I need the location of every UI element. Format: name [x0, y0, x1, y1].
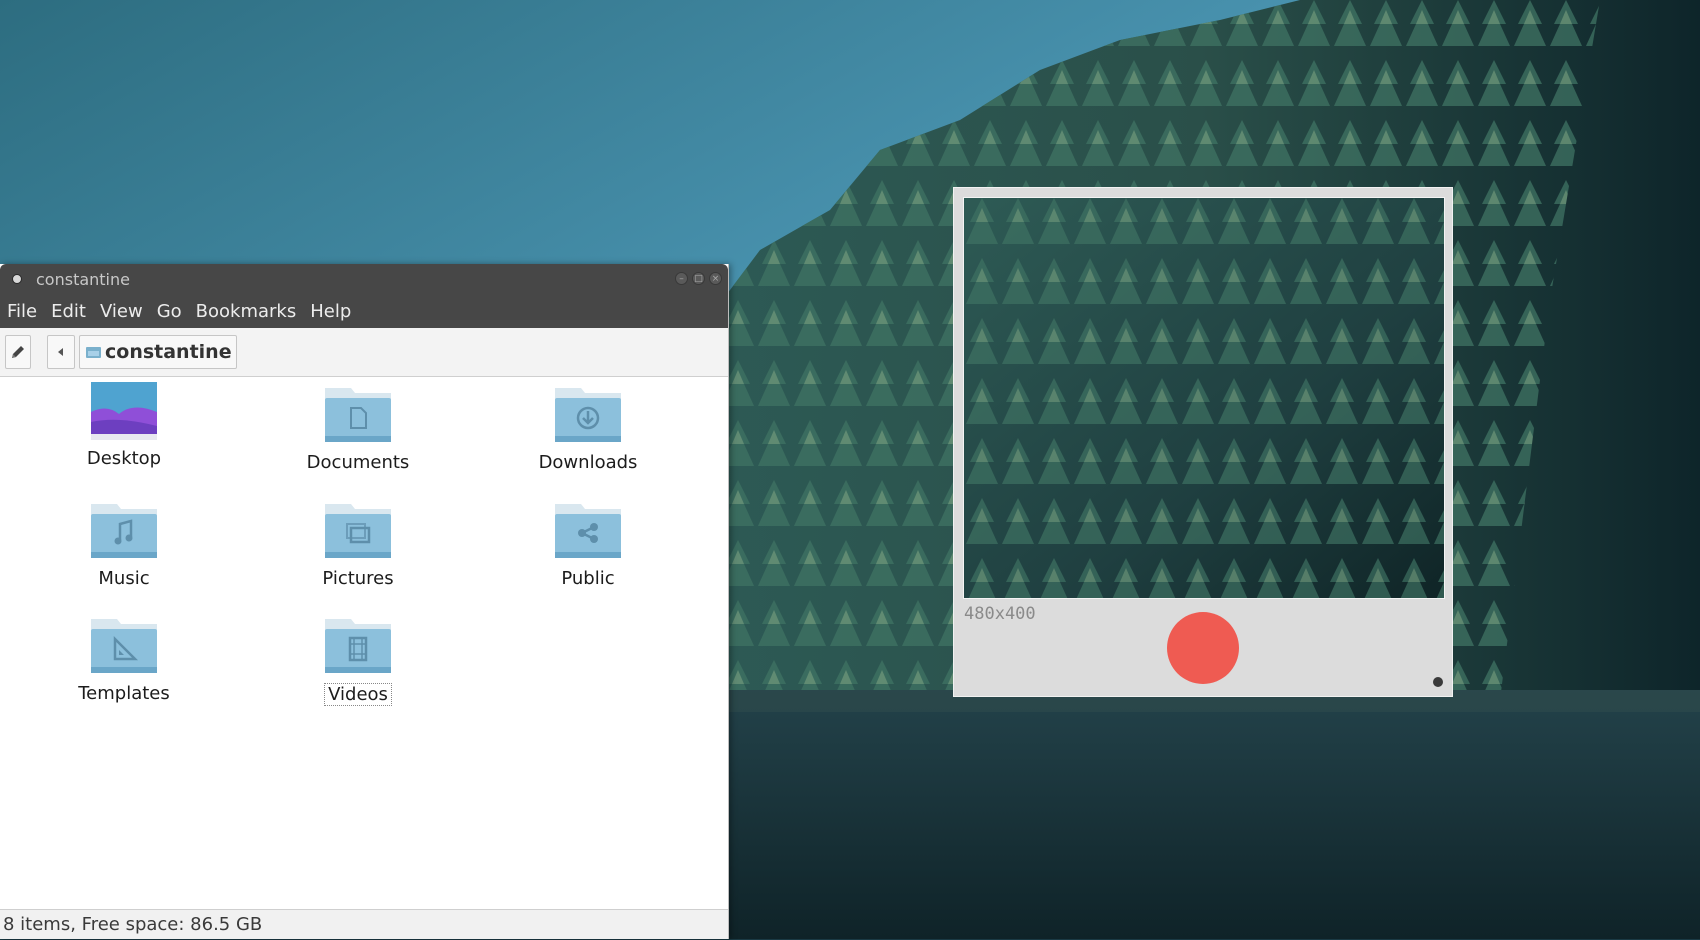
folder-item-public[interactable]: Public	[508, 502, 668, 589]
folder-item-downloads[interactable]: Downloads	[508, 386, 668, 473]
item-label: Templates	[78, 683, 170, 704]
menu-bar: File Edit View Go Bookmarks Help	[0, 294, 728, 328]
picture-icon	[325, 504, 391, 558]
desktop-image-icon	[91, 382, 157, 440]
capture-region[interactable]	[963, 197, 1445, 599]
folder-item-documents[interactable]: Documents	[278, 386, 438, 473]
file-manager-window: constantine – □ × File Edit View Go Book…	[0, 264, 729, 939]
back-button[interactable]	[47, 335, 75, 369]
window-titlebar[interactable]: constantine – □ ×	[0, 264, 728, 294]
menu-go[interactable]: Go	[150, 301, 189, 322]
item-label: Documents	[306, 452, 410, 473]
close-button[interactable]: ×	[709, 272, 722, 285]
menu-bookmarks[interactable]: Bookmarks	[189, 301, 304, 322]
resize-handle[interactable]	[1433, 677, 1443, 687]
menu-help[interactable]: Help	[303, 301, 358, 322]
path-button-label: constantine	[105, 341, 232, 363]
screen-recorder-window[interactable]: 480x400	[953, 187, 1453, 697]
document-icon	[325, 388, 391, 442]
set-square-icon	[91, 619, 157, 673]
film-icon	[325, 619, 391, 673]
folder-item-music[interactable]: Music	[44, 502, 204, 589]
item-label: Videos	[324, 683, 392, 706]
app-icon	[12, 274, 22, 284]
arrow-left-icon	[58, 348, 63, 356]
icon-view: Desktop Documents Downloads Music Pictur…	[0, 377, 728, 897]
menu-view[interactable]: View	[93, 301, 150, 322]
minimize-button[interactable]: –	[675, 272, 688, 285]
item-label: Pictures	[322, 568, 394, 589]
home-folder-icon	[86, 346, 101, 358]
capture-preview	[964, 198, 1444, 598]
folder-item-videos[interactable]: Videos	[278, 617, 438, 706]
share-icon	[555, 504, 621, 558]
location-toolbar: constantine	[0, 328, 728, 377]
window-title: constantine	[36, 269, 130, 289]
download-icon	[555, 388, 621, 442]
menu-file[interactable]: File	[0, 301, 44, 322]
item-label: Downloads	[538, 452, 638, 473]
music-note-icon	[91, 504, 157, 558]
item-label: Desktop	[86, 448, 162, 469]
record-button[interactable]	[1167, 612, 1239, 684]
capture-size-label: 480x400	[964, 604, 1036, 624]
edit-location-button[interactable]	[5, 335, 31, 369]
menu-edit[interactable]: Edit	[44, 301, 93, 322]
status-bar: 8 items, Free space: 86.5 GB	[0, 909, 728, 939]
folder-item-pictures[interactable]: Pictures	[278, 502, 438, 589]
folder-item-templates[interactable]: Templates	[44, 617, 204, 704]
pencil-icon	[12, 346, 24, 358]
path-button-home[interactable]: constantine	[79, 335, 237, 369]
folder-item-desktop[interactable]: Desktop	[44, 382, 204, 469]
item-label: Public	[561, 568, 615, 589]
item-label: Music	[98, 568, 150, 589]
maximize-button[interactable]: □	[692, 272, 705, 285]
